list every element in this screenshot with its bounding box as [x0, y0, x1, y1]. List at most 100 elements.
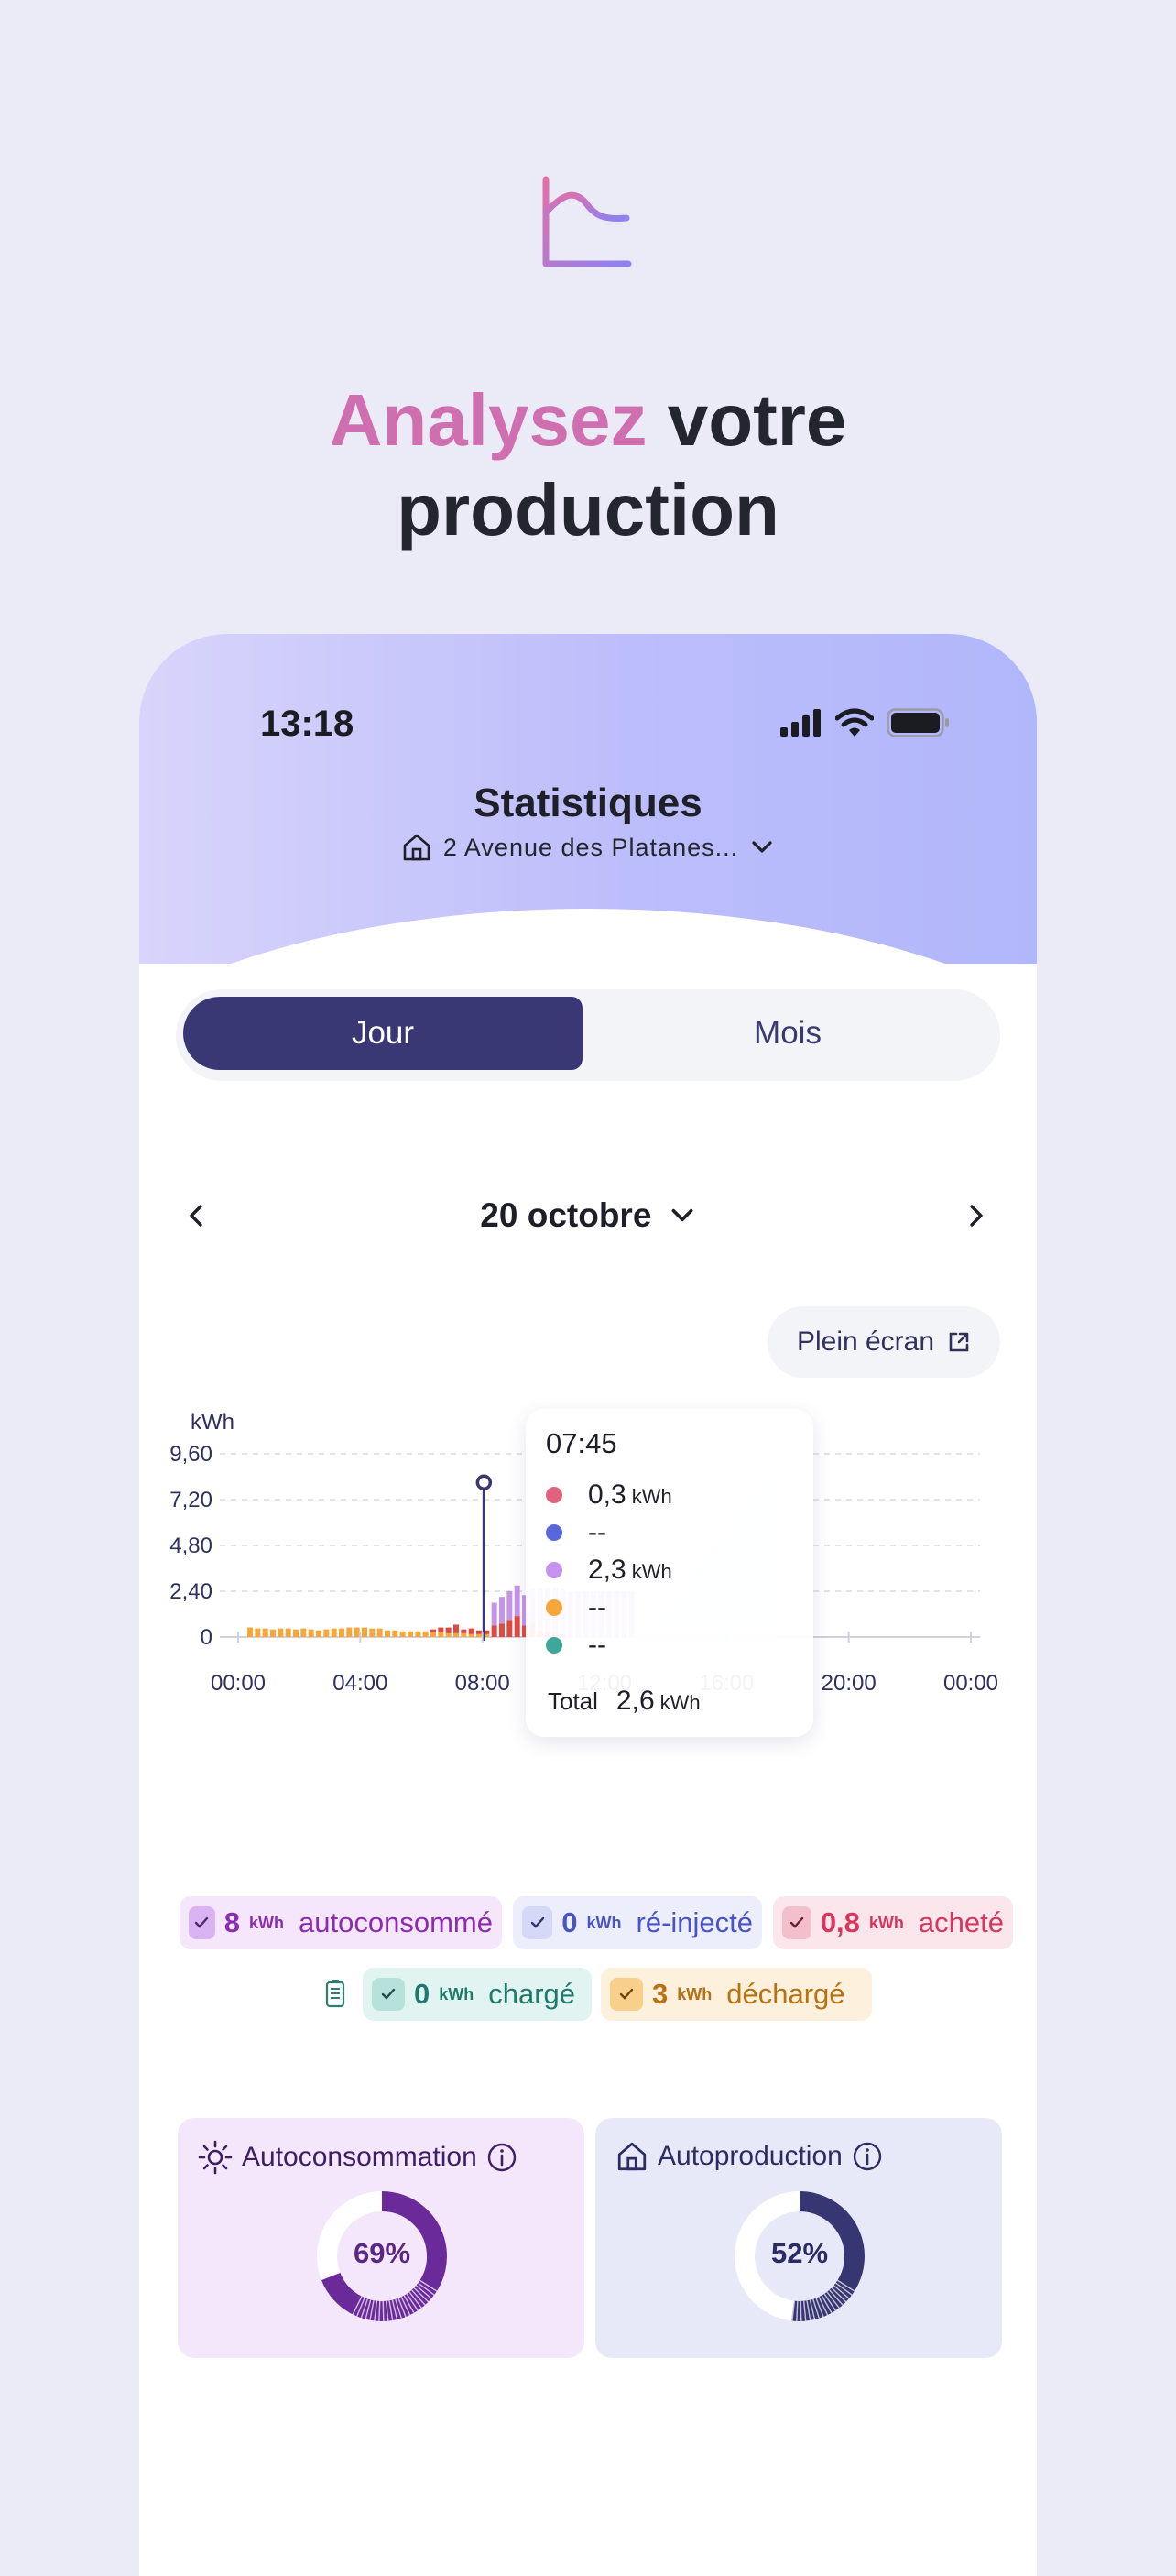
tooltip-time: 07:45 [546, 1427, 617, 1459]
bar-decharge [255, 1628, 261, 1637]
legend-achete[interactable]: 0,8 kWh acheté [773, 1896, 1013, 1949]
x-tick-label: 04:00 [332, 1671, 387, 1696]
tooltip-value: -- [588, 1592, 606, 1622]
bar-decharge [285, 1628, 291, 1637]
legend-label: chargé [488, 1978, 576, 2010]
date-selector[interactable]: 20 octobre [176, 1195, 1000, 1235]
home-icon [403, 834, 430, 861]
bar-decharge [354, 1627, 360, 1637]
bar-decharge [399, 1631, 406, 1637]
bar-decharge [392, 1630, 398, 1637]
tooltip-dot [546, 1637, 562, 1654]
y-tick-label: 0 [201, 1625, 212, 1650]
bar-decharge [278, 1628, 284, 1637]
address-selector[interactable]: 2 Avenue des Platanes... [139, 832, 1037, 863]
bar-achete [430, 1629, 436, 1632]
x-tick-label: 20:00 [822, 1671, 877, 1696]
x-tick-label: 00:00 [943, 1671, 998, 1696]
bar-decharge [453, 1632, 459, 1637]
donut-hatch [382, 2300, 385, 2321]
donut-hatch [796, 2300, 799, 2321]
tab-jour[interactable]: Jour [183, 997, 583, 1070]
legend-unit: kWh [677, 1984, 713, 2003]
tooltip-unit: kWh [631, 1560, 672, 1583]
tooltip-value: -- [588, 1630, 606, 1660]
bar-decharge [376, 1628, 383, 1637]
bar-decharge [461, 1632, 467, 1637]
bar-achete [453, 1624, 459, 1633]
info-icon[interactable] [486, 2142, 517, 2173]
tab-mois[interactable]: Mois [583, 997, 993, 1070]
legend-label: ré-injecté [636, 1906, 754, 1938]
bar-achete [491, 1625, 497, 1637]
tooltip-total: Total 2,6 kWh [548, 1686, 701, 1717]
bar-decharge [468, 1633, 474, 1637]
battery-icon [887, 708, 949, 737]
cursor-point [475, 1474, 493, 1490]
bar-decharge [476, 1633, 482, 1637]
legend-label: acheté [918, 1906, 1004, 1938]
bar-decharge [300, 1628, 307, 1637]
bar-achete [476, 1630, 482, 1634]
tooltip-row: -- [546, 1627, 606, 1664]
check-icon [189, 1906, 215, 1939]
legend-autoconsomme[interactable]: 8 kWh autoconsommé [180, 1896, 502, 1949]
tooltip-dot [546, 1562, 562, 1578]
bar-autoconsomme [499, 1597, 505, 1624]
legend-value: 0 [414, 1978, 430, 2010]
bar-decharge [438, 1632, 444, 1637]
y-tick-label: 4,80 [169, 1534, 212, 1558]
signal-icon [780, 709, 821, 737]
screen-title: Statistiques [474, 780, 702, 825]
next-day-button[interactable] [954, 1195, 996, 1237]
bar-decharge [270, 1629, 276, 1637]
autoproduction-card[interactable]: Autoproduction 52% [595, 2118, 1002, 2358]
date-label: 20 octobre [480, 1196, 652, 1235]
phone-frame: 13:18 Statistiques 2 Avenue des Platanes… [139, 634, 1037, 2576]
headline: Analysez votre production [0, 376, 1176, 555]
info-icon[interactable] [852, 2141, 883, 2172]
fullscreen-label: Plein écran [796, 1326, 935, 1357]
y-tick-label: 7,20 [169, 1488, 212, 1512]
bar-autoconsomme [506, 1591, 513, 1621]
autoconsommation-percent: 69% [353, 2237, 411, 2269]
legend-value: 3 [652, 1978, 669, 2010]
bar-decharge [247, 1627, 253, 1637]
status-icons [780, 707, 951, 738]
tooltip-row: 0,3 kWh [546, 1477, 672, 1513]
bar-achete [499, 1623, 505, 1637]
legend-decharge[interactable]: 3 kWh déchargé [601, 1968, 872, 2021]
chevron-right-icon [970, 1205, 983, 1227]
bar-decharge [262, 1628, 268, 1637]
legend-charge[interactable]: 0 kWh chargé [363, 1968, 592, 2021]
expand-icon [949, 1332, 969, 1352]
bar-decharge [422, 1631, 429, 1637]
donut-hatch [800, 2300, 802, 2321]
tooltip-dot [546, 1524, 562, 1541]
chart-analytics-icon [542, 176, 632, 267]
legend-unit: kWh [586, 1913, 622, 1932]
legend-reinjecte[interactable]: 0 kWh ré-injecté [513, 1896, 762, 1949]
tooltip-total-label: Total [548, 1687, 598, 1715]
legend-value: 8 [223, 1906, 241, 1938]
headline-line2: production [397, 469, 779, 551]
bar-decharge [385, 1630, 390, 1637]
bar-achete [438, 1627, 444, 1632]
battery-icon [325, 1980, 345, 2008]
chart-cursor [475, 1474, 493, 1641]
headline-rest: votre [667, 379, 847, 461]
x-tick-label: 08:00 [455, 1671, 510, 1696]
x-tick-label: 00:00 [211, 1671, 266, 1696]
autoproduction-percent: 52% [770, 2237, 829, 2269]
wifi-icon [835, 708, 874, 737]
tooltip-total-value: 2,6 [615, 1686, 655, 1716]
bar-achete [461, 1629, 467, 1633]
bar-decharge [316, 1630, 321, 1637]
tooltip-row: -- [546, 1589, 606, 1626]
legend-value: 0,8 [820, 1906, 860, 1938]
bar-decharge [323, 1629, 330, 1637]
autoconsommation-card[interactable]: Autoconsommation 69% [178, 2118, 584, 2358]
fullscreen-button[interactable]: Plein écran [768, 1306, 1000, 1378]
sun-icon [198, 2140, 233, 2175]
legend-value: 0 [561, 1906, 578, 1938]
